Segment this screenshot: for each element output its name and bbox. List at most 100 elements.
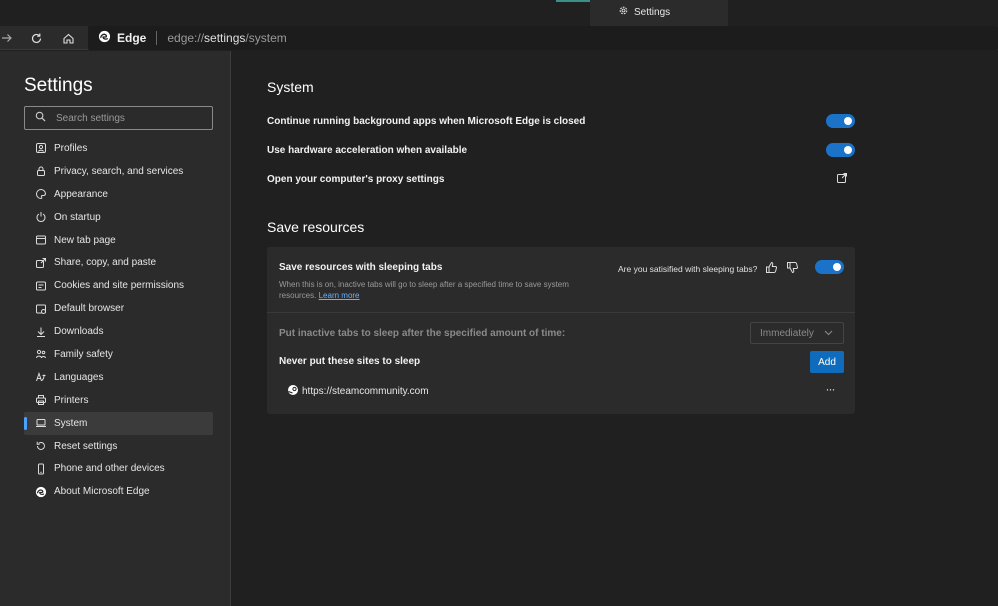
url-suffix: /system	[245, 31, 287, 45]
sleeping-tabs-description: When this is on, inactive tabs will go t…	[279, 279, 599, 301]
sidebar-item-share[interactable]: Share, copy, and paste	[24, 251, 213, 274]
search-input[interactable]	[56, 112, 206, 124]
default-browser-icon	[34, 302, 47, 315]
steam-icon	[287, 384, 299, 399]
sidebar-item-printers[interactable]: Printers	[24, 389, 213, 412]
add-site-button[interactable]: Add	[810, 351, 844, 373]
cookies-icon	[34, 279, 47, 292]
system-icon	[34, 417, 47, 430]
tab-accent	[556, 0, 590, 2]
card-divider	[267, 312, 855, 313]
sidebar-item-label: About Microsoft Edge	[54, 486, 150, 498]
forward-arrow-icon	[2, 34, 12, 42]
sidebar-item-label: Downloads	[54, 326, 104, 338]
site-list-item: https://steamcommunity.com	[287, 384, 429, 399]
sidebar-item-label: Cookies and site permissions	[54, 280, 185, 292]
sleeping-tabs-card: Save resources with sleeping tabs When t…	[267, 247, 855, 414]
setting-hardware-acceleration: Use hardware acceleration when available	[267, 140, 855, 160]
sidebar-item-appearance[interactable]: Appearance	[24, 183, 213, 206]
sidebar-item-label: Phone and other devices	[54, 463, 165, 475]
edge-logo-icon	[98, 30, 111, 46]
sleeping-tabs-title: Save resources with sleeping tabs	[279, 262, 443, 273]
refresh-icon	[31, 33, 41, 43]
feedback-group: Are you satisified with sleeping tabs?	[618, 261, 799, 276]
thumbs-up-icon[interactable]	[765, 261, 778, 276]
setting-label: Continue running background apps when Mi…	[267, 115, 586, 127]
sidebar-item-default-browser[interactable]: Default browser	[24, 297, 213, 320]
setting-proxy[interactable]: Open your computer's proxy settings	[267, 169, 855, 189]
share-icon	[34, 256, 47, 269]
search-icon	[35, 111, 46, 125]
sidebar-item-privacy[interactable]: Privacy, search, and services	[24, 160, 213, 183]
sidebar-item-profiles[interactable]: Profiles	[24, 137, 213, 160]
home-button[interactable]	[59, 29, 77, 47]
sidebar-item-label: Languages	[54, 371, 104, 383]
sleep-timeout-value: Immediately	[760, 327, 814, 339]
sleeping-tabs-toggle[interactable]	[815, 260, 844, 274]
sidebar-item-label: System	[54, 417, 88, 429]
power-icon	[34, 211, 47, 224]
sidebar-item-label: Reset settings	[54, 440, 118, 452]
sidebar-item-new-tab[interactable]: New tab page	[24, 229, 213, 252]
phone-icon	[34, 462, 47, 475]
system-heading: System	[267, 79, 314, 95]
sidebar-item-reset[interactable]: Reset settings	[24, 435, 213, 458]
background-apps-toggle[interactable]	[826, 114, 855, 128]
learn-more-link[interactable]: Learn more	[319, 291, 360, 300]
address-brand: Edge	[117, 31, 147, 45]
external-link-icon[interactable]	[836, 172, 848, 187]
new-tab-icon	[34, 234, 47, 247]
setting-label: Use hardware acceleration when available	[267, 144, 468, 156]
sleep-timeout-select[interactable]: Immediately	[750, 322, 844, 344]
sidebar-nav: Profiles Privacy, search, and services A…	[24, 137, 213, 503]
chevron-down-icon	[824, 328, 833, 339]
sidebar-item-label: Default browser	[54, 303, 125, 315]
sidebar-item-label: On startup	[54, 211, 101, 223]
hardware-acceleration-toggle[interactable]	[826, 143, 855, 157]
sidebar-item-system[interactable]: System	[24, 411, 213, 435]
browser-toolbar: Edge edge:// settings /system	[0, 26, 998, 50]
never-sleep-label: Never put these sites to sleep	[279, 356, 421, 367]
printer-icon	[34, 394, 47, 407]
sidebar-title: Settings	[24, 75, 93, 96]
reset-icon	[34, 440, 47, 453]
gear-icon	[618, 5, 629, 19]
sidebar-item-phone[interactable]: Phone and other devices	[24, 457, 213, 480]
setting-label: Open your computer's proxy settings	[267, 173, 445, 185]
thumbs-down-icon[interactable]	[786, 261, 799, 276]
save-resources-heading: Save resources	[267, 219, 365, 235]
appearance-icon	[34, 188, 47, 201]
sidebar-item-label: Privacy, search, and services	[54, 165, 184, 177]
settings-sidebar: Settings Profiles Privacy, search, and s…	[0, 51, 231, 606]
sidebar-item-languages[interactable]: Languages	[24, 366, 213, 389]
tab-title: Settings	[634, 6, 671, 18]
sidebar-item-label: Family safety	[54, 348, 113, 360]
edge-logo-icon	[34, 485, 47, 498]
refresh-button[interactable]	[27, 29, 45, 47]
tab-settings-content[interactable]: Settings	[618, 5, 670, 19]
sidebar-item-startup[interactable]: On startup	[24, 206, 213, 229]
address-bar[interactable]: Edge edge:// settings /system	[88, 26, 998, 50]
more-options-button[interactable]: ···	[822, 382, 838, 396]
inactive-tabs-label: Put inactive tabs to sleep after the spe…	[279, 328, 566, 339]
sidebar-item-label: Printers	[54, 394, 89, 406]
profile-icon	[34, 142, 47, 155]
site-url: https://steamcommunity.com	[302, 386, 429, 397]
forward-button[interactable]	[0, 29, 16, 47]
sidebar-item-label: Profiles	[54, 142, 88, 154]
sidebar-item-family-safety[interactable]: Family safety	[24, 343, 213, 366]
url-prefix: edge://	[167, 31, 205, 45]
sidebar-item-downloads[interactable]: Downloads	[24, 320, 213, 343]
setting-background-apps: Continue running background apps when Mi…	[267, 111, 855, 131]
title-bar: Settings	[0, 0, 998, 26]
family-icon	[34, 348, 47, 361]
sidebar-item-about[interactable]: About Microsoft Edge	[24, 480, 213, 503]
sidebar-item-label: Share, copy, and paste	[54, 257, 157, 269]
download-icon	[34, 325, 47, 338]
sidebar-item-cookies[interactable]: Cookies and site permissions	[24, 274, 213, 297]
lock-icon	[34, 165, 47, 178]
sidebar-item-label: New tab page	[54, 234, 116, 246]
search-box[interactable]	[24, 106, 213, 130]
feedback-question: Are you satisified with sleeping tabs?	[618, 263, 758, 274]
address-separator	[156, 31, 158, 45]
